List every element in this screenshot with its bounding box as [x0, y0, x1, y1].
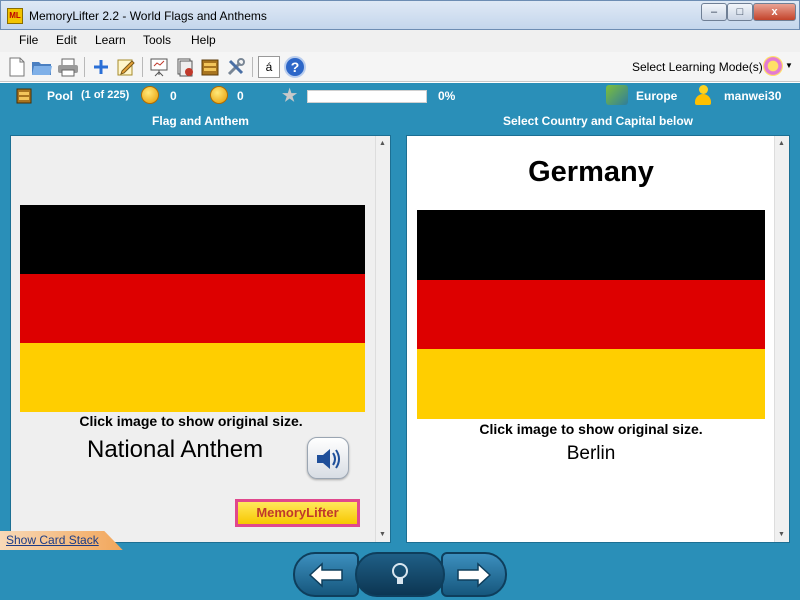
learning-status-bar: Pool (1 of 225) 0 0 ★ 0% Europe manwei30: [0, 83, 800, 110]
print-icon[interactable]: [57, 56, 79, 78]
left-pane-header: Flag and Anthem: [152, 114, 249, 128]
right-count: 0: [170, 89, 177, 103]
scroll-down-icon[interactable]: ▼: [379, 531, 386, 538]
scroll-up-icon[interactable]: ▲: [778, 140, 785, 147]
presentation-icon[interactable]: [148, 56, 170, 78]
capital-name: Berlin: [566, 443, 616, 464]
right-pane-header: Select Country and Capital below: [502, 114, 694, 128]
app-icon: ML: [7, 8, 23, 24]
arrow-right-icon: [457, 561, 492, 588]
minimize-button[interactable]: –: [701, 3, 727, 21]
toolbar-separator: [142, 57, 143, 77]
box-icon[interactable]: [199, 56, 221, 78]
new-file-icon[interactable]: [6, 56, 28, 78]
wrong-count: 0: [237, 89, 244, 103]
previous-button[interactable]: [293, 552, 359, 597]
scroll-up-icon[interactable]: ▲: [379, 140, 386, 147]
menu-help[interactable]: Help: [191, 33, 216, 47]
toolbar-separator: [84, 57, 85, 77]
menu-bar: File Edit Learn Tools Help: [0, 30, 800, 52]
add-card-icon[interactable]: [90, 56, 112, 78]
country-name: Germany: [528, 156, 654, 188]
flag-image[interactable]: [417, 210, 765, 419]
flag-stripe: [20, 273, 365, 343]
speaker-icon: [317, 449, 340, 469]
flag-stripe: [20, 342, 365, 412]
window-title: MemoryLifter 2.2 - World Flags and Anthe…: [29, 9, 267, 23]
question-pane: Click image to show original size. Natio…: [10, 135, 391, 543]
menu-edit[interactable]: Edit: [56, 33, 77, 47]
user-name[interactable]: manwei30: [724, 89, 781, 103]
user-icon: [694, 85, 712, 105]
chapter-name[interactable]: Europe: [636, 89, 677, 103]
chapter-icon: [606, 85, 628, 105]
arrow-left-icon: [308, 561, 343, 588]
toolbar: á ? Select Learning Mode(s) ▼: [0, 52, 800, 82]
flag-stripe: [417, 279, 765, 350]
card-stack-icon[interactable]: [174, 56, 196, 78]
sad-face-icon: [210, 86, 228, 104]
smile-icon: [141, 86, 159, 104]
show-card-stack-link[interactable]: Show Card Stack: [0, 531, 123, 550]
navigation-bar: Show Card Stack: [0, 531, 800, 600]
next-button[interactable]: [441, 552, 507, 597]
toolbar-separator: [252, 57, 253, 77]
flag-stripe: [417, 349, 765, 419]
learning-mode-icon[interactable]: [763, 56, 783, 76]
image-caption: Click image to show original size.: [479, 421, 703, 437]
edit-card-icon[interactable]: [115, 56, 137, 78]
pool-label[interactable]: Pool: [47, 89, 73, 103]
special-characters-icon[interactable]: á: [258, 56, 280, 78]
select-learning-mode-label[interactable]: Select Learning Mode(s): [632, 60, 763, 74]
help-icon[interactable]: ?: [284, 56, 306, 78]
left-scrollbar[interactable]: ▲ ▼: [375, 136, 390, 542]
pool-box-icon: [16, 88, 32, 104]
tools-icon[interactable]: [225, 56, 247, 78]
image-caption: Click image to show original size.: [79, 413, 303, 429]
menu-learn[interactable]: Learn: [95, 33, 126, 47]
flag-stripe: [417, 210, 765, 280]
scroll-down-icon[interactable]: ▼: [778, 531, 785, 538]
open-folder-icon[interactable]: [31, 56, 53, 78]
star-icon: ★: [282, 86, 298, 105]
hint-button[interactable]: [355, 552, 445, 597]
menu-tools[interactable]: Tools: [143, 33, 171, 47]
close-button[interactable]: x: [753, 3, 796, 21]
lightbulb-icon: [392, 562, 408, 584]
answer-pane: Germany Click image to show original siz…: [406, 135, 790, 543]
menu-file[interactable]: File: [19, 33, 38, 47]
memorylifter-logo: MemoryLifter: [235, 499, 360, 527]
chevron-down-icon[interactable]: ▼: [785, 61, 793, 70]
play-audio-button[interactable]: [307, 437, 349, 479]
maximize-button[interactable]: □: [727, 3, 753, 21]
title-bar: ML MemoryLifter 2.2 - World Flags and An…: [0, 0, 800, 30]
flag-image[interactable]: [20, 205, 365, 412]
progress-percent: 0%: [438, 89, 456, 103]
main-area: Flag and Anthem Select Country and Capit…: [0, 110, 800, 600]
right-scrollbar[interactable]: ▲ ▼: [774, 136, 789, 542]
progress-bar: [307, 90, 427, 103]
anthem-label: National Anthem: [87, 436, 264, 463]
pool-count: (1 of 225): [81, 89, 130, 101]
flag-stripe: [20, 205, 365, 274]
